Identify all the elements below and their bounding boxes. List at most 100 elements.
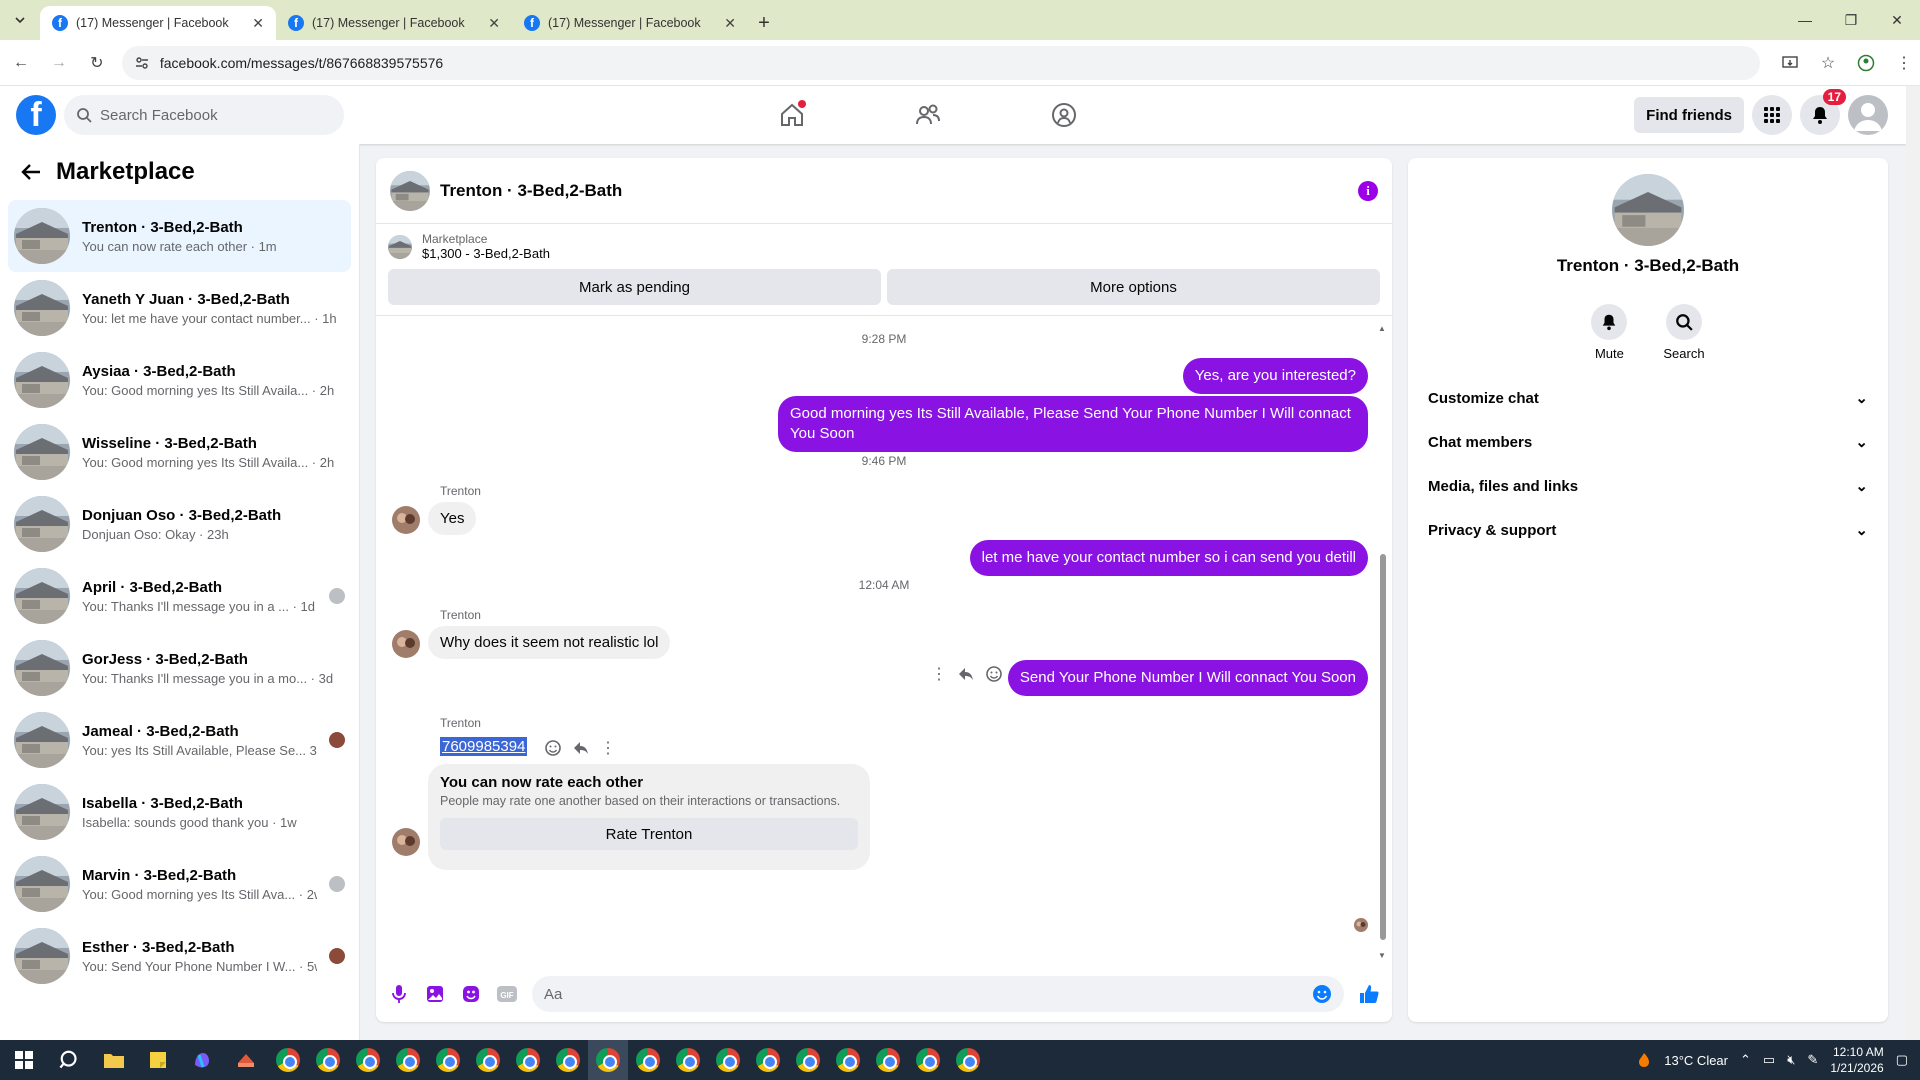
- chrome-taskbar-icon[interactable]: [508, 1040, 548, 1080]
- chat-members-section[interactable]: Chat members ⌄: [1424, 420, 1872, 464]
- browser-tab-2[interactable]: f (17) Messenger | Facebook ✕: [276, 6, 512, 40]
- details-avatar[interactable]: [1612, 174, 1684, 246]
- sender-avatar[interactable]: [392, 630, 420, 658]
- chrome-taskbar-icon[interactable]: [548, 1040, 588, 1080]
- chrome-taskbar-icon[interactable]: [868, 1040, 908, 1080]
- reply-icon[interactable]: [572, 739, 590, 757]
- chrome-taskbar-icon[interactable]: [948, 1040, 988, 1080]
- browser-tab-1[interactable]: f (17) Messenger | Facebook ✕: [40, 6, 276, 40]
- close-tab-icon[interactable]: ✕: [724, 15, 736, 32]
- conversation-item[interactable]: Marvin · 3-Bed,2-Bath You: Good morning y…: [8, 848, 351, 920]
- conversation-item[interactable]: Jameal · 3-Bed,2-Bath You: yes Its Still …: [8, 704, 351, 776]
- scrollbar-thumb[interactable]: [1380, 554, 1386, 940]
- conversation-item[interactable]: Aysiaa · 3-Bed,2-Bath You: Good morning y…: [8, 344, 351, 416]
- chrome-taskbar-icon[interactable]: [828, 1040, 868, 1080]
- close-tab-icon[interactable]: ✕: [488, 15, 500, 32]
- conversation-item[interactable]: Donjuan Oso · 3-Bed,2-Bath Donjuan Oso: O…: [8, 488, 351, 560]
- privacy-support-section[interactable]: Privacy & support ⌄: [1424, 508, 1872, 552]
- chrome-taskbar-icon[interactable]: [588, 1040, 628, 1080]
- rate-trenton-button[interactable]: Rate Trenton: [440, 818, 858, 850]
- facebook-search-input[interactable]: Search Facebook: [64, 95, 344, 135]
- network-icon[interactable]: ▭: [1763, 1052, 1775, 1068]
- chrome-taskbar-icon[interactable]: [908, 1040, 948, 1080]
- chevron-up-icon[interactable]: ⌃: [1740, 1052, 1751, 1068]
- more-actions-icon[interactable]: ⋮: [931, 664, 947, 684]
- chrome-taskbar-icon[interactable]: [348, 1040, 388, 1080]
- chrome-taskbar-icon[interactable]: [468, 1040, 508, 1080]
- conversation-item[interactable]: GorJess · 3-Bed,2-Bath You: Thanks I'll m…: [8, 632, 351, 704]
- outgoing-message[interactable]: let me have your contact number so i can…: [969, 540, 1368, 576]
- react-emoji-icon[interactable]: [985, 665, 1003, 683]
- tab-search-dropdown[interactable]: [0, 0, 40, 40]
- page-scrollbar[interactable]: [1906, 86, 1920, 1040]
- search-conversation-button[interactable]: Search: [1663, 304, 1705, 361]
- facebook-logo-icon[interactable]: f: [16, 95, 56, 135]
- nav-friends[interactable]: [896, 86, 960, 144]
- listing-summary[interactable]: Marketplace $1,300 - 3-Bed,2-Bath: [376, 224, 1392, 261]
- install-app-icon[interactable]: [1774, 47, 1806, 79]
- find-friends-button[interactable]: Find friends: [1634, 97, 1744, 133]
- sticker-icon[interactable]: [460, 983, 482, 1005]
- close-tab-icon[interactable]: ✕: [252, 15, 264, 32]
- profile-icon[interactable]: [1850, 47, 1882, 79]
- reply-icon[interactable]: [957, 665, 975, 683]
- taskbar-search[interactable]: [48, 1040, 92, 1080]
- more-options-button[interactable]: More options: [887, 269, 1380, 305]
- chat-scrollbar[interactable]: ▲ ▼: [1378, 324, 1386, 960]
- chat-title[interactable]: Trenton · 3-Bed,2-Bath: [440, 181, 1348, 201]
- conversation-item[interactable]: Isabella · 3-Bed,2-Bath Isabella: sounds …: [8, 776, 351, 848]
- emoji-icon[interactable]: [1312, 984, 1332, 1004]
- chrome-taskbar-icon[interactable]: [668, 1040, 708, 1080]
- restore-button[interactable]: ❐: [1828, 0, 1874, 40]
- customize-chat-section[interactable]: Customize chat ⌄: [1424, 376, 1872, 420]
- new-tab-button[interactable]: +: [748, 6, 780, 40]
- menu-grid-button[interactable]: [1752, 95, 1792, 135]
- conversation-item[interactable]: Yaneth Y Juan · 3-Bed,2-Bath You: let me …: [8, 272, 351, 344]
- more-actions-icon[interactable]: ⋮: [600, 738, 616, 758]
- chrome-taskbar-icon[interactable]: [788, 1040, 828, 1080]
- back-arrow-icon[interactable]: [20, 161, 42, 183]
- start-button[interactable]: [0, 1040, 48, 1080]
- outgoing-message[interactable]: Yes, are you interested?: [1182, 358, 1368, 394]
- media-files-links-section[interactable]: Media, files and links ⌄: [1424, 464, 1872, 508]
- notification-center-icon[interactable]: ▢: [1896, 1052, 1908, 1068]
- address-bar[interactable]: facebook.com/messages/t/867668839575576: [121, 45, 1760, 80]
- copilot-icon[interactable]: [180, 1040, 224, 1080]
- browser-tab-3[interactable]: f (17) Messenger | Facebook ✕: [512, 6, 748, 40]
- microphone-icon[interactable]: [388, 983, 410, 1005]
- mark-as-pending-button[interactable]: Mark as pending: [388, 269, 881, 305]
- bookmark-star-icon[interactable]: ☆: [1812, 47, 1844, 79]
- conversation-item[interactable]: Esther · 3-Bed,2-Bath You: Send Your Phon…: [8, 920, 351, 992]
- sticky-notes-icon[interactable]: [136, 1040, 180, 1080]
- conversation-item[interactable]: Trenton · 3-Bed,2-Bath You can now rate e…: [8, 200, 351, 272]
- incoming-message[interactable]: Yes: [428, 502, 477, 535]
- chat-avatar[interactable]: [390, 170, 430, 211]
- nav-home[interactable]: [760, 86, 824, 144]
- info-icon[interactable]: i: [1358, 180, 1378, 201]
- outgoing-message[interactable]: Good morning yes Its Still Available, Pl…: [778, 396, 1368, 452]
- volume-muted-icon[interactable]: 🔇︎: [1787, 1052, 1795, 1068]
- chrome-taskbar-icon[interactable]: [388, 1040, 428, 1080]
- sender-avatar[interactable]: [392, 506, 420, 534]
- notifications-button[interactable]: 17: [1800, 89, 1846, 135]
- incoming-message[interactable]: Why does it seem not realistic lol: [428, 626, 671, 659]
- clock[interactable]: 12:10 AM 1/21/2026: [1830, 1044, 1883, 1076]
- outgoing-message[interactable]: Send Your Phone Number I Will connact Yo…: [1007, 660, 1368, 696]
- selected-phone-number[interactable]: 7609985394: [440, 737, 528, 756]
- chrome-taskbar-icon[interactable]: [268, 1040, 308, 1080]
- chrome-taskbar-icon[interactable]: [748, 1040, 788, 1080]
- back-button[interactable]: ←: [4, 46, 38, 80]
- account-avatar[interactable]: [1848, 95, 1888, 135]
- message-input[interactable]: Aa: [532, 976, 1344, 1012]
- reload-button[interactable]: ↻: [80, 46, 114, 80]
- browser-menu-icon[interactable]: ⋮: [1888, 47, 1920, 79]
- conversation-item[interactable]: April · 3-Bed,2-Bath You: Thanks I'll mes…: [8, 560, 351, 632]
- close-window-button[interactable]: ✕: [1874, 0, 1920, 40]
- chrome-taskbar-icon[interactable]: [708, 1040, 748, 1080]
- react-emoji-icon[interactable]: [544, 739, 562, 757]
- conversation-item[interactable]: Wisseline · 3-Bed,2-Bath You: Good mornin…: [8, 416, 351, 488]
- chrome-taskbar-icon[interactable]: [628, 1040, 668, 1080]
- site-settings-icon[interactable]: [134, 55, 150, 71]
- sender-avatar[interactable]: [392, 828, 420, 856]
- photo-icon[interactable]: [424, 983, 446, 1005]
